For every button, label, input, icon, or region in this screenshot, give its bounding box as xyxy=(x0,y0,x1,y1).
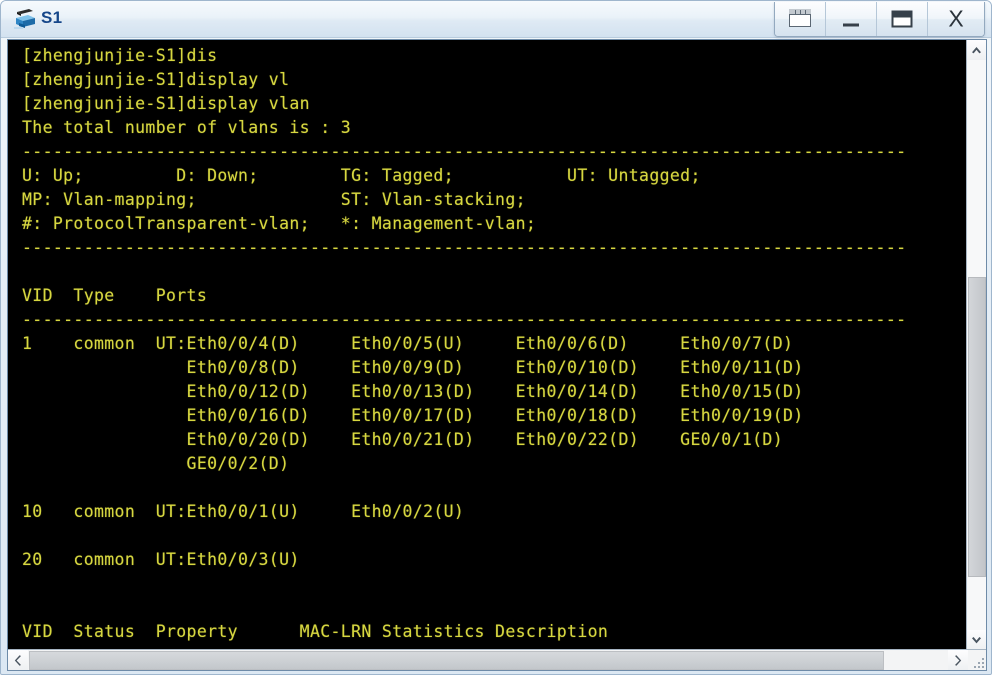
vertical-scroll-track[interactable] xyxy=(967,60,986,630)
chevron-left-icon xyxy=(14,654,21,666)
chevron-right-icon xyxy=(955,654,962,666)
console-text: [zhengjunjie-S1]dis [zhengjunjie-S1]disp… xyxy=(22,46,907,641)
window-controls: X xyxy=(774,2,985,37)
scroll-down-button[interactable] xyxy=(967,630,986,650)
terminal-window: S1 X [zhengjunjie-S1]dis [zhengjunjie-S1… xyxy=(0,0,992,675)
maximize-icon xyxy=(891,10,913,28)
resize-grip[interactable] xyxy=(970,654,984,668)
chevron-down-icon xyxy=(972,637,981,644)
console-output-area[interactable]: [zhengjunjie-S1]dis [zhengjunjie-S1]disp… xyxy=(8,40,966,650)
scroll-right-button[interactable] xyxy=(948,650,968,670)
chevron-up-icon xyxy=(972,47,981,54)
scroll-left-button[interactable] xyxy=(8,650,28,670)
title-bar[interactable]: S1 X xyxy=(1,1,991,38)
minimize-button[interactable] xyxy=(826,2,877,36)
window-title: S1 xyxy=(41,8,63,27)
close-button[interactable]: X xyxy=(928,2,984,36)
minimize-icon xyxy=(843,23,859,27)
terminal-frame: [zhengjunjie-S1]dis [zhengjunjie-S1]disp… xyxy=(7,39,987,671)
switch-icon xyxy=(11,6,39,33)
cascade-button[interactable] xyxy=(775,2,826,36)
maximize-button[interactable] xyxy=(877,2,928,36)
vertical-scrollbar[interactable] xyxy=(966,40,986,650)
cascade-icon xyxy=(789,9,811,27)
close-icon: X xyxy=(948,5,964,32)
vertical-scroll-thumb[interactable] xyxy=(968,277,986,577)
horizontal-scroll-thumb[interactable] xyxy=(29,651,884,670)
horizontal-scrollbar[interactable] xyxy=(8,649,986,670)
scroll-up-button[interactable] xyxy=(967,40,986,60)
